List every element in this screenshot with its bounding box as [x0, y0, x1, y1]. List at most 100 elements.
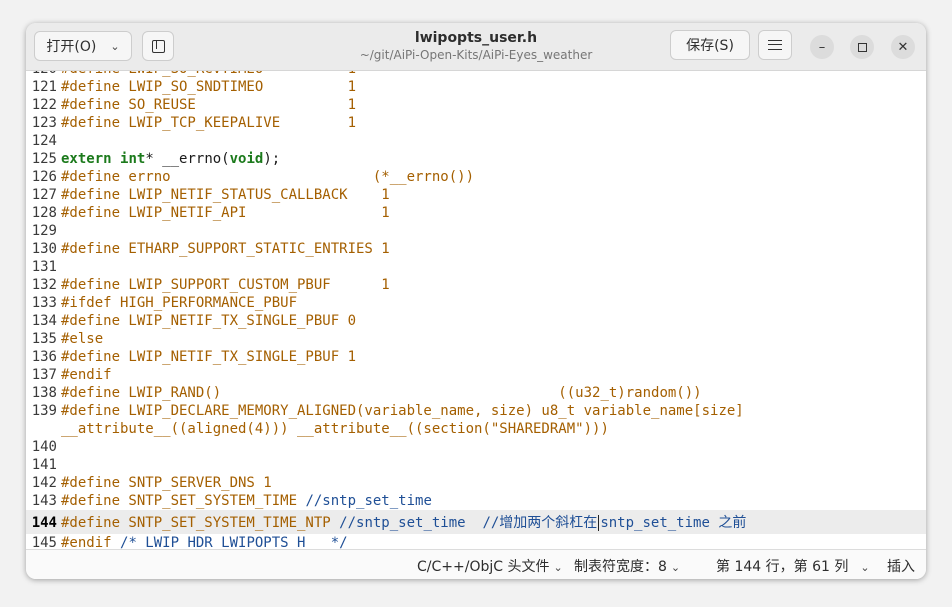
line-code: #define SNTP_SET_SYSTEM_TIME //sntp_set_…: [61, 492, 432, 510]
code-token: __attribute__((aligned(4))) __attribute_…: [61, 421, 609, 437]
line-number: 142: [31, 475, 57, 491]
code-line: 123 #define LWIP_TCP_KEEPALIVE 1: [26, 114, 926, 132]
code-token: //sntp_set_time: [305, 493, 432, 509]
code-token: #define LWIP_NETIF_API 1: [61, 205, 390, 221]
line-number: 134: [31, 313, 57, 329]
open-button-label: 打开(O): [46, 39, 97, 55]
code-line: 132 #define LWIP_SUPPORT_CUSTOM_PBUF 1: [26, 276, 926, 294]
line-number: 126: [31, 169, 57, 185]
maximize-button[interactable]: [850, 35, 874, 59]
code-line: 121 #define LWIP_SO_SNDTIMEO 1: [26, 78, 926, 96]
window-title: lwipopts_user.h: [414, 30, 538, 46]
line-code: #define SNTP_SET_SYSTEM_TIME_NTP //sntp_…: [61, 510, 746, 536]
header-bar: 打开(O) ⌄ lwipopts_user.h ~/git/AiPi-Open-…: [26, 23, 926, 71]
code-line: 145 #endif /* LWIP_HDR_LWIPOPTS_H__ */: [26, 534, 926, 549]
line-number: 123: [31, 115, 57, 131]
maximize-icon: [857, 42, 867, 52]
save-button[interactable]: 保存(S): [670, 30, 750, 60]
line-number: 144: [31, 515, 57, 531]
code-token: #define LWIP_NETIF_TX_SINGLE_PBUF 1: [61, 349, 357, 365]
code-line: 130 #define ETHARP_SUPPORT_STATIC_ENTRIES…: [26, 240, 926, 258]
status-bar: C/C++/ObjC 头文件 ⌄ 制表符宽度：8 ⌄ 第 144 行，第 61 列 ⌄…: [26, 549, 926, 579]
line-code: #define SO_REUSE 1: [61, 96, 356, 114]
line-code: #define LWIP_NETIF_API 1: [61, 204, 390, 222]
code-line: 143 #define SNTP_SET_SYSTEM_TIME //sntp_s…: [26, 492, 926, 510]
code-token: #define LWIP_SUPPORT_CUSTOM_PBUF 1: [61, 277, 390, 293]
line-number: 122: [31, 97, 57, 113]
new-document-button[interactable]: [142, 31, 174, 61]
minimize-button[interactable]: –: [810, 35, 834, 59]
line-code: #else: [61, 330, 103, 348]
line-code: #define LWIP_NETIF_STATUS_CALLBACK 1: [61, 186, 390, 204]
code-line: 127 #define LWIP_NETIF_STATUS_CALLBACK 1: [26, 186, 926, 204]
line-number: 133: [31, 295, 57, 311]
code-token: * __errno(: [145, 151, 230, 167]
insert-mode-indicator[interactable]: 插入: [887, 556, 915, 576]
main-menu-button[interactable]: [758, 30, 792, 60]
text-editor[interactable]: 120 #define LWIP_SO_RCVTIMEO 1121#define …: [26, 71, 926, 549]
line-code: #endif: [61, 366, 112, 384]
code-token: #define SNTP_SET_SYSTEM_TIME: [61, 493, 306, 509]
line-code: #endif /* LWIP_HDR_LWIPOPTS_H__ */: [61, 534, 348, 549]
close-button[interactable]: ✕: [891, 35, 915, 59]
line-code: #define LWIP_TCP_KEEPALIVE 1: [61, 114, 356, 132]
line-code: #define LWIP_SO_SNDTIMEO 1: [61, 78, 356, 96]
line-number: 139: [31, 403, 57, 419]
line-number: 129: [31, 223, 57, 239]
line-code: #define ETHARP_SUPPORT_STATIC_ENTRIES 1: [61, 240, 390, 258]
code-line: 139 #define LWIP_DECLARE_MEMORY_ALIGNED(v…: [26, 402, 926, 420]
window-title-area: lwipopts_user.h ~/git/AiPi-Open-Kits/AiP…: [326, 29, 626, 63]
line-number: 136: [31, 349, 57, 365]
language-selector[interactable]: C/C++/ObjC 头文件 ⌄: [417, 556, 563, 576]
chevron-down-icon: ⌄: [860, 561, 870, 574]
code-line: 126 #define errno (*__errno()): [26, 168, 926, 186]
code-line: 124: [26, 132, 926, 150]
open-button[interactable]: 打开(O) ⌄: [34, 31, 132, 61]
tab-width-label: 制表符宽度：8: [574, 559, 667, 575]
line-number: 141: [31, 457, 57, 473]
code-line: 136 #define LWIP_NETIF_TX_SINGLE_PBUF 1: [26, 348, 926, 366]
code-line: 120 #define LWIP_SO_RCVTIMEO 1: [26, 71, 926, 78]
code-token: void: [229, 151, 264, 167]
line-number: 128: [31, 205, 57, 221]
code-line: 135 #else: [26, 330, 926, 348]
line-code: #define SNTP_SERVER_DNS 1: [61, 474, 272, 492]
line-number: 140: [31, 439, 57, 455]
code-token: );: [263, 151, 281, 167]
line-code: __attribute__((aligned(4))) __attribute_…: [61, 420, 609, 438]
line-code: #ifdef HIGH_PERFORMANCE_PBUF: [61, 294, 297, 312]
code-token: #define LWIP_DECLARE_MEMORY_ALIGNED(vari…: [61, 403, 744, 419]
line-code: #define LWIP_NETIF_TX_SINGLE_PBUF 0: [61, 312, 356, 330]
code-line: 122 #define SO_REUSE 1: [26, 96, 926, 114]
code-token: #define LWIP_TCP_KEEPALIVE 1: [61, 115, 357, 131]
line-code: #define LWIP_SUPPORT_CUSTOM_PBUF 1: [61, 276, 390, 294]
code-token: #define errno (*__errno()): [61, 169, 475, 185]
code-line: 137 #endif: [26, 366, 926, 384]
line-number: 120: [26, 71, 57, 78]
line-code: #define LWIP_DECLARE_MEMORY_ALIGNED(vari…: [61, 402, 744, 420]
chevron-down-icon: ⌄: [553, 561, 563, 574]
code-line: 129: [26, 222, 926, 240]
line-number: 132: [31, 277, 57, 293]
minimize-icon: –: [818, 39, 826, 55]
code-token: #define ETHARP_SUPPORT_STATIC_ENTRIES 1: [61, 241, 390, 257]
code-line: 134 #define LWIP_NETIF_TX_SINGLE_PBUF 0: [26, 312, 926, 330]
code-token: int: [120, 151, 146, 167]
line-number: 143: [31, 493, 57, 509]
hamburger-icon: [768, 40, 782, 50]
code-token: /* LWIP_HDR_LWIPOPTS_H__ */: [120, 535, 348, 549]
tab-width-selector[interactable]: 制表符宽度：8 ⌄: [574, 556, 680, 576]
code-token: #define LWIP_NETIF_TX_SINGLE_PBUF 0: [61, 313, 357, 329]
code-token: #endif: [61, 535, 121, 549]
line-number: 137: [31, 367, 57, 383]
code-token: #define LWIP_NETIF_STATUS_CALLBACK 1: [61, 187, 390, 203]
code-line: 131: [26, 258, 926, 276]
code-token: #else: [61, 331, 104, 347]
cursor-position-label: 第 144 行，第 61 列: [716, 559, 849, 575]
line-number: 125: [31, 151, 57, 167]
line-code: #define LWIP_SO_RCVTIMEO 1: [61, 71, 356, 78]
cursor-position-selector[interactable]: 第 144 行，第 61 列 ⌄: [716, 556, 870, 576]
chevron-down-icon: ⌄: [110, 39, 120, 53]
code-token: #define LWIP_RAND() ((u32_t)random()): [61, 385, 702, 401]
